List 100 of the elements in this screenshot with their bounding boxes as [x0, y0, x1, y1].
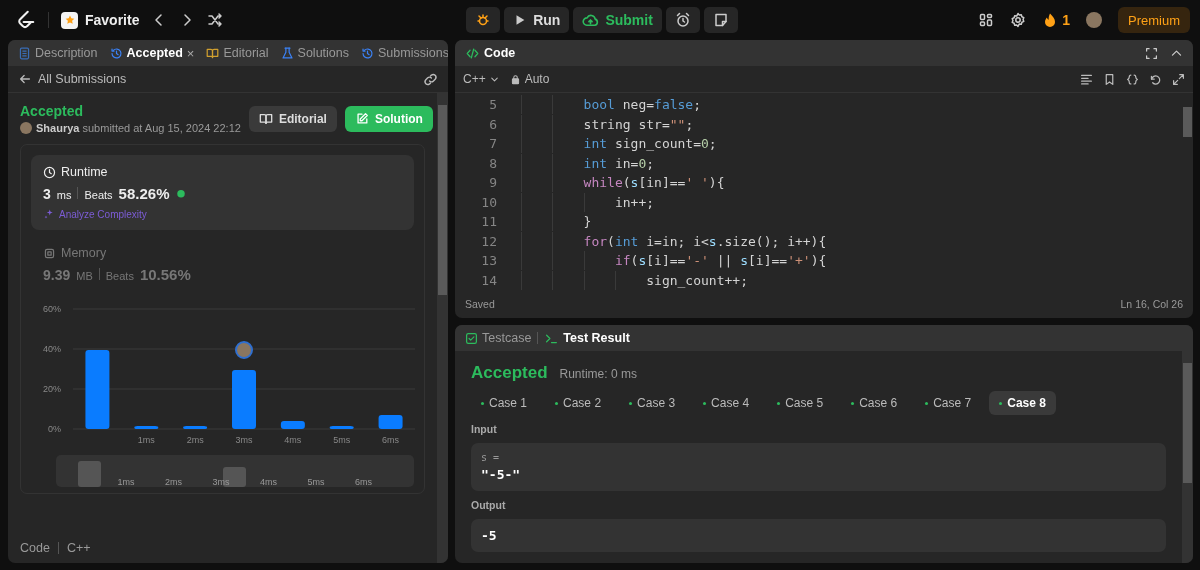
run-button[interactable]: Run: [504, 7, 570, 33]
panel-tab[interactable]: Accepted ×: [109, 45, 195, 61]
settings-button[interactable]: [1010, 12, 1027, 28]
chart-bar: [329, 426, 354, 429]
book-icon: [258, 111, 273, 126]
premium-button[interactable]: Premium: [1118, 7, 1190, 33]
avatar-icon[interactable]: [1086, 12, 1102, 28]
avatar-icon: [20, 122, 32, 134]
line-number: 10: [480, 194, 498, 210]
metric-title: Memory: [61, 246, 107, 260]
notes-button[interactable]: [703, 7, 738, 33]
star-icon: [63, 14, 76, 26]
navigator-label: 3ms: [212, 477, 230, 487]
lock-icon: [509, 73, 521, 85]
code-line: int in=0;: [511, 155, 655, 171]
debug-button[interactable]: [466, 7, 501, 33]
back-link[interactable]: All Submissions: [18, 72, 417, 86]
line-number: 7: [488, 136, 498, 152]
streak-count: 1: [1062, 12, 1070, 28]
navigator-label: 2ms: [165, 477, 182, 487]
mode-label: Auto: [524, 72, 550, 86]
arrow-left-icon: [18, 72, 32, 86]
output-value: -5: [481, 528, 498, 543]
copy-link-button[interactable]: [423, 71, 438, 87]
beats-label: Beats: [105, 270, 134, 282]
code-line: sign_count++;: [511, 272, 748, 288]
metric-unit: MB: [76, 270, 93, 282]
bookmark-icon: [1103, 72, 1116, 86]
favorite-button[interactable]: Favorite: [61, 11, 140, 29]
axis-label: 4ms: [284, 435, 302, 445]
case-tab[interactable]: Case 5: [767, 391, 834, 415]
variable-name: s =: [481, 452, 501, 463]
grid-icon: [978, 12, 995, 28]
axis-label: 2ms: [186, 435, 204, 445]
line-number: 11: [480, 214, 498, 230]
range-navigator[interactable]: 1ms 2ms 3ms 4ms 5ms 6ms: [56, 455, 414, 487]
bug-icon: [475, 12, 492, 28]
chart-bar: [232, 370, 256, 429]
scrollbar[interactable]: [437, 93, 448, 563]
input-value: "-5-": [481, 467, 522, 482]
line-number: 12: [480, 233, 498, 249]
language-dropdown[interactable]: C++: [463, 72, 500, 86]
clock-icon: [43, 165, 56, 179]
line-number: 8: [488, 155, 498, 171]
code-line: if(s[i]=='-' || s[i]=='+'){: [511, 253, 827, 269]
chart-bar: [378, 415, 403, 429]
axis-label: 60%: [43, 304, 61, 314]
code-line: for(int i=in; i<s.size(); i++){: [511, 233, 827, 249]
chip-icon: [43, 246, 56, 260]
settings-icon: [1010, 12, 1027, 28]
runtime-text: Runtime: 0 ms: [559, 367, 637, 381]
case-tab[interactable]: Case 2: [545, 391, 612, 415]
checkbox-icon: [465, 331, 478, 345]
beats-percent: 58.26%: [118, 185, 170, 202]
flask-icon: [280, 46, 294, 60]
case-tab[interactable]: Case 3: [619, 391, 686, 415]
panel-tab[interactable]: Solutions: [280, 46, 349, 60]
scrollbar[interactable]: [1182, 351, 1193, 563]
beats-percent: 10.56%: [139, 266, 191, 283]
line-number: 13: [480, 253, 498, 269]
save-status: Saved: [465, 298, 495, 310]
case-tab[interactable]: Case 8: [989, 391, 1056, 415]
code-line: while(s[in]==' '){: [511, 175, 725, 191]
status-text: Accepted: [20, 103, 85, 119]
chart-bar: [134, 426, 159, 429]
panel-tab[interactable]: Testcase: [465, 331, 532, 345]
timer-button[interactable]: [665, 7, 700, 33]
metric-card[interactable]: Memory 9.39 MB Beats 10.56%: [31, 236, 414, 293]
book-icon: [206, 46, 220, 60]
code-line: }: [511, 214, 592, 230]
line-number: 14: [480, 272, 498, 288]
document-icon: [18, 46, 31, 60]
layout-button[interactable]: [978, 12, 995, 28]
link-icon: [423, 71, 438, 87]
panel-tab[interactable]: Description: [18, 46, 98, 60]
axis-label: 1ms: [137, 435, 155, 445]
metric-card[interactable]: Runtime 3 ms Beats 58.26% Analyze Complexity: [31, 155, 414, 230]
axis-label: 20%: [43, 384, 61, 394]
case-tab[interactable]: Case 1: [471, 391, 538, 415]
axis-label: 3ms: [235, 435, 253, 445]
case-tab[interactable]: Case 7: [915, 391, 982, 415]
navigator-label: 5ms: [307, 477, 325, 487]
code-label: Code: [20, 541, 50, 555]
alarm-clock-icon: [674, 12, 691, 28]
panel-tab[interactable]: Submissions: [361, 46, 448, 60]
panel-tab[interactable]: Test Result: [544, 331, 630, 345]
close-tab-button[interactable]: ×: [186, 45, 195, 61]
submission-info: Shaurya submitted at Aug 15, 2024 22:12: [36, 122, 241, 134]
chart-bar: [280, 421, 305, 429]
submit-button[interactable]: Submit: [573, 7, 662, 33]
chart-bar: [183, 426, 208, 429]
editorial-button[interactable]: Editorial: [248, 105, 337, 132]
line-number: 6: [488, 116, 498, 132]
panel-tab[interactable]: Editorial: [206, 46, 269, 60]
case-tab[interactable]: Case 6: [841, 391, 908, 415]
format-icon: [1080, 72, 1093, 86]
axis-label: 40%: [43, 344, 61, 354]
code-icon: [465, 46, 480, 60]
code-line: bool neg=false;: [511, 97, 702, 113]
case-tab[interactable]: Case 4: [693, 391, 760, 415]
